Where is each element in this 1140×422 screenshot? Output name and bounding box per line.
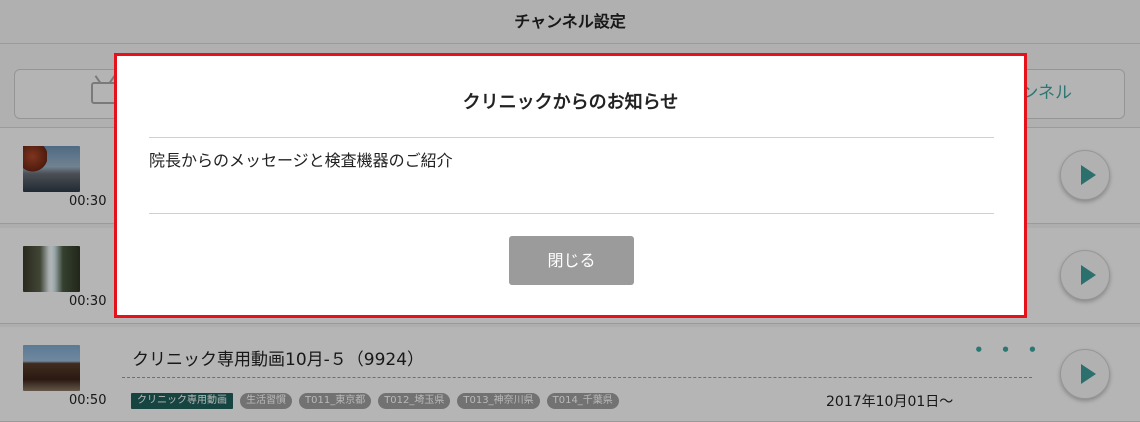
divider: [149, 213, 994, 214]
dialog-message: 院長からのメッセージと検査機器のご紹介: [149, 151, 453, 170]
divider: [149, 137, 994, 138]
dialog-title: クリニックからのお知らせ: [462, 92, 679, 113]
close-button[interactable]: 閉じる: [509, 236, 634, 285]
notice-dialog: クリニックからのお知らせ 院長からのメッセージと検査機器のご紹介 閉じる: [114, 53, 1027, 318]
